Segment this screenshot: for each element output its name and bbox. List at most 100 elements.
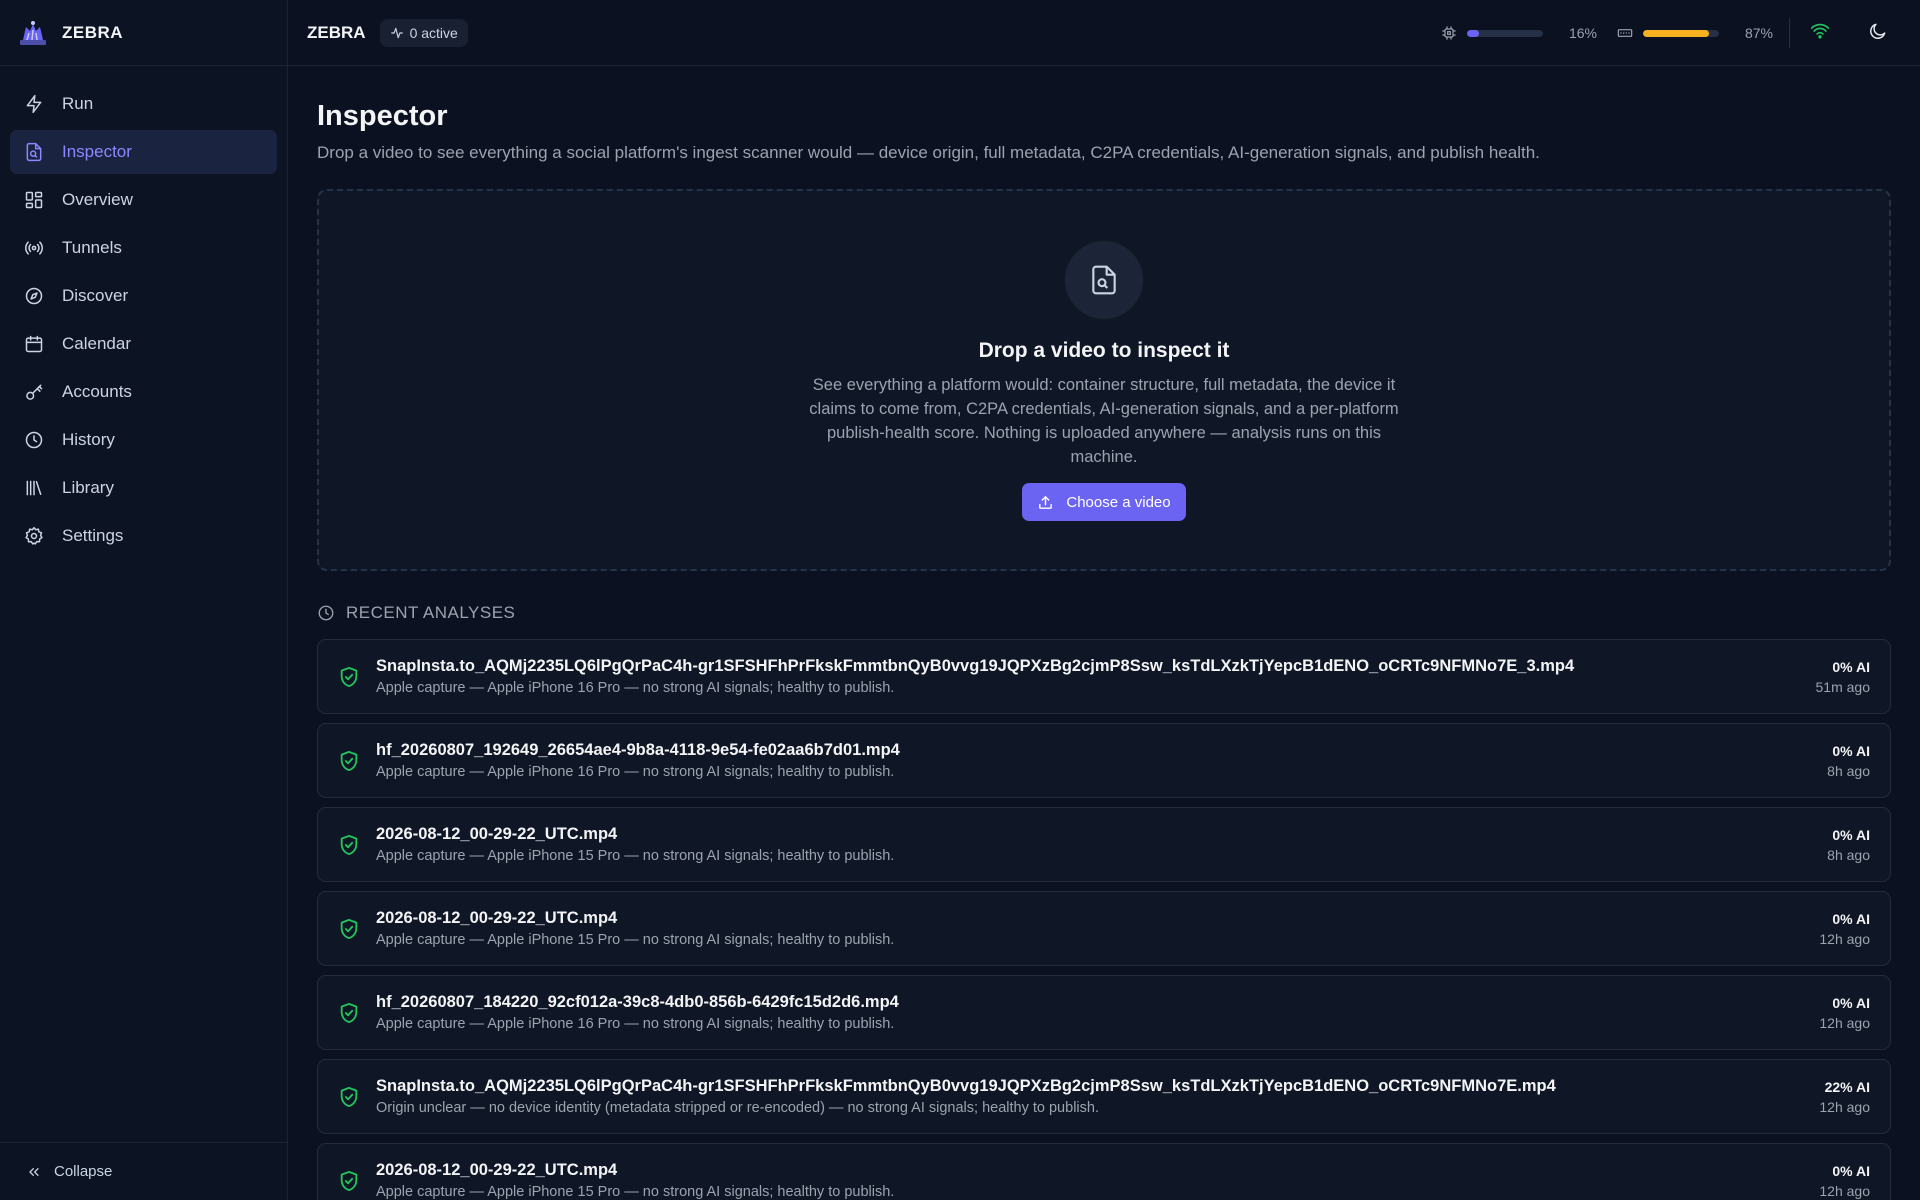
sidebar-item-overview[interactable]: Overview — [10, 178, 277, 222]
analysis-time: 12h ago — [1819, 1014, 1870, 1031]
shield-check-icon — [340, 1002, 358, 1023]
wifi-icon — [1810, 23, 1830, 38]
analysis-time: 12h ago — [1819, 930, 1870, 947]
activity-icon — [390, 27, 403, 38]
analysis-filename: hf_20260807_192649_26654ae4-9b8a-4118-9e… — [376, 741, 900, 759]
page-subtitle: Drop a video to see everything a social … — [317, 143, 1540, 162]
memory-meter: 87% — [1617, 25, 1773, 41]
analysis-filename: SnapInsta.to_AQMj2235LQ6lPgQrPaC4h-gr1SF… — [376, 1077, 1556, 1095]
recent-analyses-list: SnapInsta.to_AQMj2235LQ6lPgQrPaC4h-gr1SF… — [317, 639, 1891, 1200]
sidebar: ZEBRA Run Inspector Overview Tunnels Dis… — [0, 0, 288, 1200]
sidebar-item-history[interactable]: History — [10, 418, 277, 462]
sidebar-item-label: Tunnels — [62, 238, 122, 257]
sidebar-item-library[interactable]: Library — [10, 466, 277, 510]
shield-check-icon — [340, 834, 358, 855]
system-status: 16% 87% — [1441, 0, 1920, 66]
page-title: Inspector — [317, 100, 448, 132]
analysis-filename: 2026-08-12_00-29-22_UTC.mp4 — [376, 909, 618, 927]
list-item[interactable]: 2026-08-12_00-29-22_UTC.mp4 Apple capture… — [317, 1143, 1891, 1200]
brand[interactable]: ZEBRA — [0, 0, 287, 66]
grid-icon — [25, 191, 43, 209]
active-jobs-badge[interactable]: 0 active — [379, 18, 468, 47]
collapse-button[interactable]: Collapse — [0, 1142, 288, 1200]
sidebar-item-inspector[interactable]: Inspector — [10, 130, 277, 174]
list-item[interactable]: 2026-08-12_00-29-22_UTC.mp4 Apple capture… — [317, 891, 1891, 966]
memory-bar-fill — [1643, 29, 1710, 37]
shield-check-icon — [340, 1170, 358, 1191]
sidebar-item-label: Overview — [62, 190, 133, 209]
sidebar-item-tunnels[interactable]: Tunnels — [10, 226, 277, 270]
analysis-filename: 2026-08-12_00-29-22_UTC.mp4 — [376, 825, 618, 843]
ai-score: 22% AI — [1824, 1078, 1870, 1095]
shield-check-icon — [340, 750, 358, 771]
list-item[interactable]: 2026-08-12_00-29-22_UTC.mp4 Apple capture… — [317, 807, 1891, 882]
ai-score: 0% AI — [1832, 910, 1870, 927]
sidebar-item-settings[interactable]: Settings — [10, 514, 277, 558]
analysis-time: 8h ago — [1827, 846, 1870, 863]
ai-score: 0% AI — [1832, 742, 1870, 759]
list-item[interactable]: hf_20260807_192649_26654ae4-9b8a-4118-9e… — [317, 723, 1891, 798]
radio-icon — [25, 241, 43, 255]
analysis-summary: Apple capture — Apple iPhone 16 Pro — no… — [376, 764, 895, 780]
sidebar-item-label: History — [62, 430, 115, 449]
sidebar-item-discover[interactable]: Discover — [10, 274, 277, 318]
cpu-percent: 16% — [1568, 25, 1597, 41]
analysis-filename: 2026-08-12_00-29-22_UTC.mp4 — [376, 1161, 618, 1179]
shield-check-icon — [340, 918, 358, 939]
brand-name: ZEBRA — [62, 22, 124, 42]
analysis-summary: Origin unclear — no device identity (met… — [376, 1100, 1099, 1116]
compass-icon — [25, 287, 43, 305]
shield-check-icon — [340, 1086, 358, 1107]
analysis-summary: Apple capture — Apple iPhone 15 Pro — no… — [376, 1184, 895, 1200]
topbar-divider — [1789, 18, 1790, 48]
dropzone-icon-circle — [1065, 241, 1143, 319]
cpu-icon — [1442, 26, 1456, 40]
collapse-label: Collapse — [54, 1163, 113, 1180]
sidebar-item-label: Accounts — [62, 382, 132, 401]
clock-icon — [25, 431, 43, 449]
choose-video-label: Choose a video — [1066, 493, 1171, 511]
list-item[interactable]: hf_20260807_184220_92cf012a-39c8-4db0-85… — [317, 975, 1891, 1050]
ai-score: 0% AI — [1832, 994, 1870, 1011]
sidebar-item-label: Inspector — [62, 142, 132, 161]
analysis-time: 8h ago — [1827, 762, 1870, 779]
ai-score: 0% AI — [1832, 658, 1870, 675]
sidebar-item-accounts[interactable]: Accounts — [10, 370, 277, 414]
theme-toggle[interactable] — [1868, 21, 1888, 46]
cpu-bar-fill — [1467, 29, 1480, 37]
cpu-bar — [1467, 29, 1543, 37]
upload-icon — [1039, 495, 1053, 509]
choose-video-button[interactable]: Choose a video — [1022, 483, 1186, 521]
zebra-logo-icon — [20, 20, 46, 45]
sidebar-item-label: Run — [62, 94, 94, 113]
recent-analyses-label: RECENT ANALYSES — [346, 603, 516, 622]
sidebar-item-label: Calendar — [62, 334, 131, 353]
moon-icon — [1870, 23, 1886, 39]
gear-icon — [25, 526, 43, 545]
dropzone-title: Drop a video to inspect it — [978, 339, 1230, 362]
sidebar-nav: Run Inspector Overview Tunnels Discover … — [0, 66, 287, 558]
list-item[interactable]: SnapInsta.to_AQMj2235LQ6lPgQrPaC4h-gr1SF… — [317, 639, 1891, 714]
sidebar-item-label: Discover — [62, 286, 129, 305]
analysis-summary: Apple capture — Apple iPhone 16 Pro — no… — [376, 1016, 895, 1032]
active-jobs-label: 0 active — [409, 24, 458, 41]
sidebar-item-run[interactable]: Run — [10, 82, 277, 126]
list-item[interactable]: SnapInsta.to_AQMj2235LQ6lPgQrPaC4h-gr1SF… — [317, 1059, 1891, 1134]
main-content: Inspector Drop a video to see everything… — [317, 66, 1891, 1200]
analysis-summary: Apple capture — Apple iPhone 16 Pro — no… — [376, 680, 895, 696]
ai-score: 0% AI — [1832, 1162, 1870, 1179]
sidebar-item-label: Settings — [62, 526, 124, 545]
memory-percent: 87% — [1744, 25, 1773, 41]
file-search-icon — [26, 142, 42, 162]
dropzone-description: See everything a platform would: contain… — [809, 376, 1399, 466]
analysis-time: 51m ago — [1815, 678, 1870, 695]
ai-score: 0% AI — [1832, 826, 1870, 843]
clock-icon — [318, 605, 334, 621]
analysis-filename: hf_20260807_184220_92cf012a-39c8-4db0-85… — [376, 993, 899, 1011]
sidebar-item-label: Library — [62, 478, 114, 497]
sidebar-item-calendar[interactable]: Calendar — [10, 322, 277, 366]
video-dropzone[interactable]: Drop a video to inspect it See everythin… — [317, 189, 1891, 571]
network-status[interactable] — [1810, 21, 1830, 46]
topbar: ZEBRA 0 active 16% 87% — [288, 0, 1920, 66]
cpu-meter: 16% — [1441, 25, 1597, 41]
